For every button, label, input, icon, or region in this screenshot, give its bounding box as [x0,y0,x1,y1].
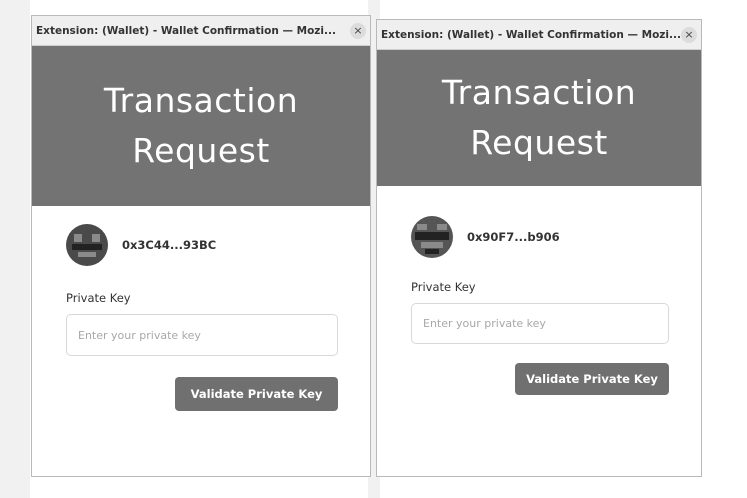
private-key-input[interactable] [411,303,669,344]
wallet-confirmation-window-left: Extension: (Wallet) - Wallet Confirmatio… [31,15,371,477]
window-titlebar[interactable]: Extension: (Wallet) - Wallet Confirmatio… [32,16,370,46]
validate-private-key-button[interactable]: Validate Private Key [175,377,338,411]
window-titlebar[interactable]: Extension: (Wallet) - Wallet Confirmatio… [377,20,701,50]
wallet-confirmation-window-right: Extension: (Wallet) - Wallet Confirmatio… [376,19,702,477]
account-address: 0x90F7...b906 [467,230,560,244]
avatar [411,216,453,258]
transaction-header: Transaction Request [32,46,370,206]
private-key-label: Private Key [66,291,131,305]
close-icon[interactable]: × [350,22,366,39]
private-key-input[interactable] [66,314,338,356]
private-key-label: Private Key [411,280,476,294]
background-window-edge [0,0,30,498]
transaction-header: Transaction Request [377,50,701,186]
header-title: Transaction Request [441,73,637,162]
header-title: Transaction Request [103,81,299,170]
validate-private-key-button[interactable]: Validate Private Key [515,363,669,395]
account-address: 0x3C44...93BC [122,238,217,252]
account-row: 0x3C44...93BC [66,224,216,266]
close-icon[interactable]: × [681,26,697,43]
background-window-edge [700,0,747,498]
window-title: Extension: (Wallet) - Wallet Confirmatio… [381,28,681,41]
avatar [66,224,108,266]
window-title: Extension: (Wallet) - Wallet Confirmatio… [36,24,336,37]
account-row: 0x90F7...b906 [411,216,560,258]
